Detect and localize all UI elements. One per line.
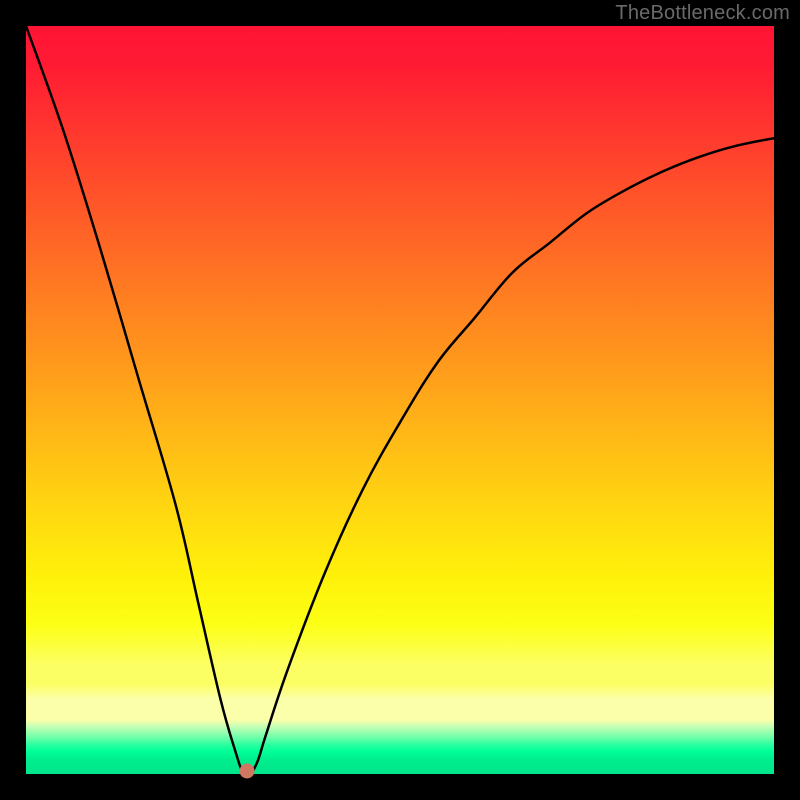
chart-frame: TheBottleneck.com bbox=[0, 0, 800, 800]
optimal-point-marker bbox=[239, 764, 254, 779]
bottleneck-curve bbox=[26, 26, 774, 774]
watermark-text: TheBottleneck.com bbox=[615, 2, 790, 25]
plot-area bbox=[26, 26, 774, 774]
